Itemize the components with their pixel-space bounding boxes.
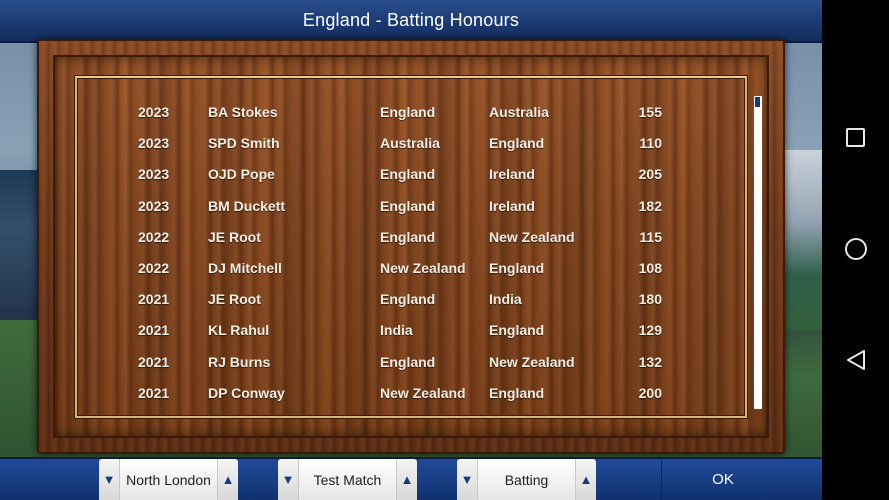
- row-opponent: England: [489, 322, 545, 339]
- venue-prev-button[interactable]: ▼: [99, 459, 119, 500]
- row-score: 110: [639, 135, 662, 152]
- triangle-up-icon: ▲: [221, 472, 235, 487]
- row-player: DJ Mitchell: [208, 260, 282, 276]
- row-player: RJ Burns: [208, 353, 271, 370]
- game-screen: England - Batting Honours 2023 BA Stokes E…: [0, 0, 822, 500]
- venue-picker: ▼ North London ▲: [99, 459, 238, 500]
- row-year: 2021: [138, 291, 170, 308]
- row-year: 2023: [138, 197, 170, 214]
- table-row[interactable]: 2023 BM Duckett England Ireland 182: [0, 198, 822, 218]
- row-player: BM Duckett: [208, 197, 286, 214]
- row-player: OJD Pope: [208, 166, 275, 183]
- row-team: England: [380, 197, 436, 214]
- row-player: BA Stokes: [208, 104, 278, 120]
- row-team: England: [380, 291, 436, 308]
- row-opponent: New Zealand: [489, 228, 575, 245]
- ok-button[interactable]: OK: [662, 459, 784, 500]
- row-opponent: England: [489, 384, 545, 401]
- row-score: 182: [638, 197, 662, 214]
- row-score: 115: [639, 228, 662, 245]
- table-row[interactable]: 2022 JE Root England New Zealand 115: [0, 229, 822, 249]
- row-year: 2021: [138, 322, 170, 339]
- category-value: Batting: [477, 459, 576, 500]
- row-player: SPD Smith: [208, 135, 280, 152]
- row-team: New Zealand: [380, 260, 466, 276]
- table-row[interactable]: 2021 KL Rahul India England 129: [0, 322, 822, 342]
- row-team: India: [380, 322, 413, 339]
- row-year: 2022: [138, 260, 170, 276]
- title-bar: England - Batting Honours: [0, 0, 822, 43]
- category-prev-button[interactable]: ▼: [457, 459, 477, 500]
- row-team: England: [380, 228, 436, 245]
- row-opponent: New Zealand: [489, 353, 575, 370]
- row-team: England: [380, 104, 436, 120]
- android-nav-bar: [822, 0, 889, 500]
- triangle-down-icon: ▼: [102, 472, 116, 487]
- row-score: 205: [638, 166, 662, 183]
- table-row[interactable]: 2023 OJD Pope England Ireland 205: [0, 166, 822, 186]
- scrollbar-thumb[interactable]: [755, 97, 760, 107]
- row-team: New Zealand: [380, 384, 466, 401]
- row-opponent: Australia: [489, 104, 549, 120]
- triangle-up-icon: ▲: [579, 472, 593, 487]
- row-score: 155: [638, 104, 662, 120]
- format-next-button[interactable]: ▲: [397, 459, 417, 500]
- category-picker: ▼ Batting ▲: [457, 459, 596, 500]
- recent-apps-icon[interactable]: [846, 128, 865, 147]
- triangle-down-icon: ▼: [281, 472, 295, 487]
- row-opponent: Ireland: [489, 166, 535, 183]
- category-next-button[interactable]: ▲: [576, 459, 596, 500]
- table-row[interactable]: 2021 RJ Burns England New Zealand 132: [0, 354, 822, 374]
- page-title: England - Batting Honours: [302, 10, 520, 30]
- scrollbar[interactable]: [754, 96, 762, 409]
- row-player: JE Root: [208, 291, 261, 308]
- table-row[interactable]: 2023 BA Stokes England Australia 155: [0, 104, 822, 124]
- row-opponent: Ireland: [489, 197, 535, 214]
- home-icon[interactable]: [845, 238, 867, 260]
- row-team: England: [380, 353, 436, 370]
- row-year: 2021: [138, 384, 170, 401]
- format-picker: ▼ Test Match ▲: [278, 459, 417, 500]
- table-row[interactable]: 2022 DJ Mitchell New Zealand England 108: [0, 260, 822, 280]
- row-year: 2023: [138, 135, 170, 152]
- row-score: 200: [638, 384, 662, 401]
- row-score: 180: [638, 291, 662, 308]
- row-year: 2023: [138, 104, 170, 120]
- row-player: JE Root: [208, 228, 261, 245]
- row-score: 129: [638, 322, 662, 339]
- back-icon[interactable]: [845, 349, 867, 371]
- row-opponent: India: [489, 291, 522, 308]
- row-year: 2022: [138, 228, 170, 245]
- format-value: Test Match: [298, 459, 397, 500]
- triangle-down-icon: ▼: [460, 472, 474, 487]
- venue-value: North London: [119, 459, 218, 500]
- row-team: Australia: [380, 135, 440, 152]
- row-year: 2021: [138, 353, 170, 370]
- row-team: England: [380, 166, 436, 183]
- row-score: 132: [638, 353, 662, 370]
- row-year: 2023: [138, 166, 170, 183]
- table-row[interactable]: 2021 DP Conway New Zealand England 200: [0, 385, 822, 405]
- table-row[interactable]: 2021 JE Root England India 180: [0, 291, 822, 311]
- row-score: 108: [638, 260, 662, 276]
- table-row[interactable]: 2023 SPD Smith Australia England 110: [0, 135, 822, 155]
- triangle-up-icon: ▲: [400, 472, 414, 487]
- row-opponent: England: [489, 135, 545, 152]
- format-prev-button[interactable]: ▼: [278, 459, 298, 500]
- row-player: KL Rahul: [208, 322, 270, 339]
- row-opponent: England: [489, 260, 545, 276]
- venue-next-button[interactable]: ▲: [218, 459, 238, 500]
- row-player: DP Conway: [208, 384, 285, 401]
